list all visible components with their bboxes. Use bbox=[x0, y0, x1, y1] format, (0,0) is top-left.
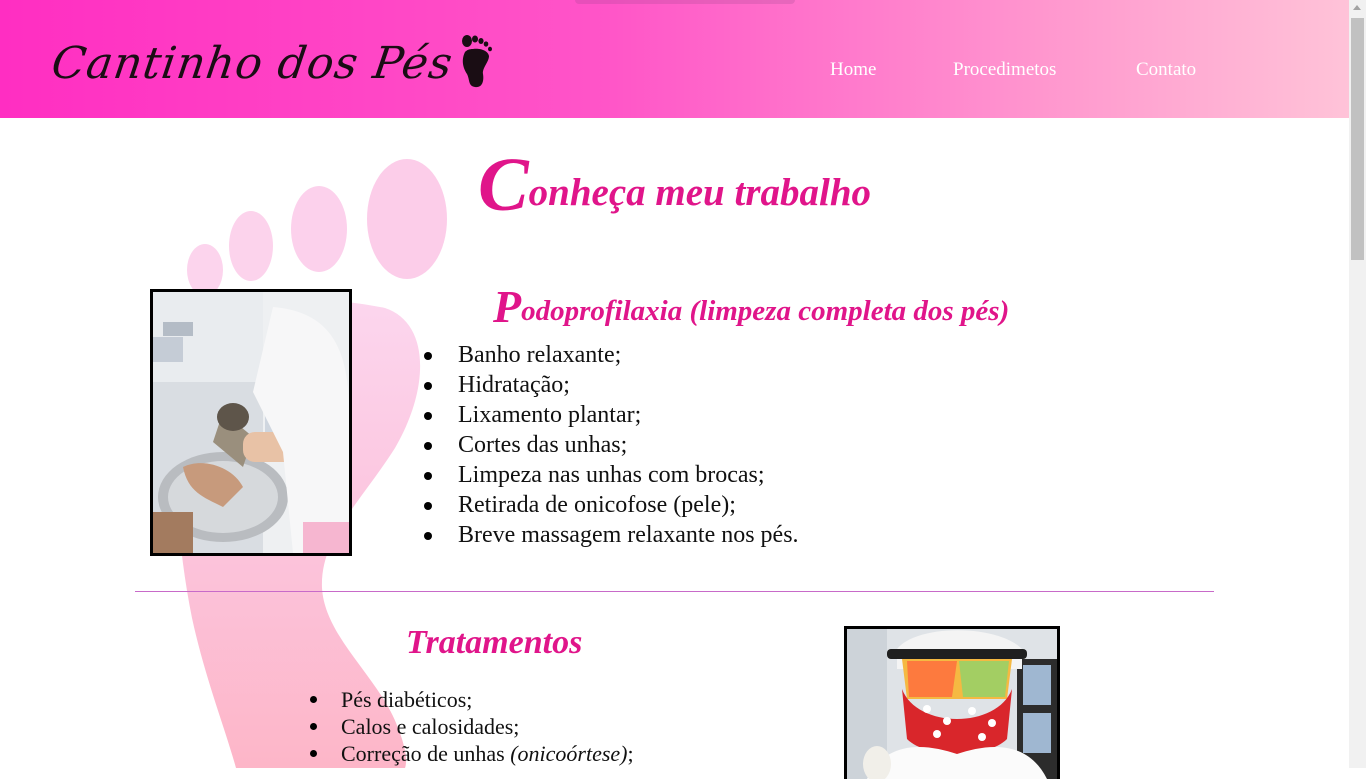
nav-procedimentos[interactable]: Procedimetos bbox=[953, 59, 1056, 81]
list-item-suffix: ; bbox=[627, 741, 634, 766]
vertical-scrollbar[interactable] bbox=[1349, 0, 1366, 768]
header-shadow bbox=[575, 0, 795, 4]
list-item: Lixamento plantar; bbox=[422, 400, 799, 430]
list-item-text: Calos e calosidades; bbox=[341, 714, 520, 739]
list-item: Banho relaxante; bbox=[422, 340, 799, 370]
nav-home[interactable]: Home bbox=[830, 59, 876, 81]
section-podoprofilaxia-initial: P bbox=[493, 281, 522, 332]
list-item-italic: (onicoórtese) bbox=[510, 741, 628, 766]
podoprofilaxia-photo bbox=[150, 289, 352, 556]
list-item: Limpeza nas unhas com brocas; bbox=[422, 460, 799, 490]
footprint-icon bbox=[461, 35, 492, 88]
podoprofilaxia-list: Banho relaxante; Hidratação; Lixamento p… bbox=[422, 340, 799, 550]
scrollbar-thumb[interactable] bbox=[1351, 18, 1364, 260]
list-item: Breve massagem relaxante nos pés. bbox=[422, 520, 799, 550]
section-divider bbox=[135, 591, 1214, 592]
list-item: Hidratação; bbox=[422, 370, 799, 400]
logo-text: Cantinho dos Pés bbox=[48, 37, 457, 89]
site-header: Cantinho dos Pés Home Procedimetos Conta… bbox=[0, 0, 1349, 118]
list-item-text: Correção de unhas bbox=[341, 741, 511, 766]
nav-contato[interactable]: Contato bbox=[1136, 59, 1196, 81]
list-item-text: Pés diabéticos; bbox=[341, 687, 473, 712]
list-item: Cortes das unhas; bbox=[422, 430, 799, 460]
logo[interactable]: Cantinho dos Pés bbox=[48, 28, 493, 98]
list-item: Retirada de onicofose (pele); bbox=[422, 490, 799, 520]
list-item: Correção de unhas (onicoórtese); bbox=[305, 740, 634, 767]
page-title-rest: onheça meu trabalho bbox=[528, 171, 872, 214]
list-item: Calos e calosidades; bbox=[305, 713, 634, 740]
tratamentos-photo bbox=[844, 626, 1060, 779]
list-item: Pés diabéticos; bbox=[305, 686, 634, 713]
section-tratamentos-title: Tratamentos bbox=[406, 624, 583, 661]
section-podoprofilaxia-title: Podoprofilaxia (limpeza completa dos pés… bbox=[493, 280, 1009, 333]
page-title-initial: C bbox=[477, 143, 529, 227]
page-title: Conheça meu trabalho bbox=[0, 142, 1349, 229]
scroll-up-icon[interactable] bbox=[1353, 5, 1361, 10]
tratamentos-list: Pés diabéticos; Calos e calosidades; Cor… bbox=[305, 686, 634, 767]
section-podoprofilaxia-rest: odoprofilaxia (limpeza completa dos pés) bbox=[521, 295, 1010, 327]
